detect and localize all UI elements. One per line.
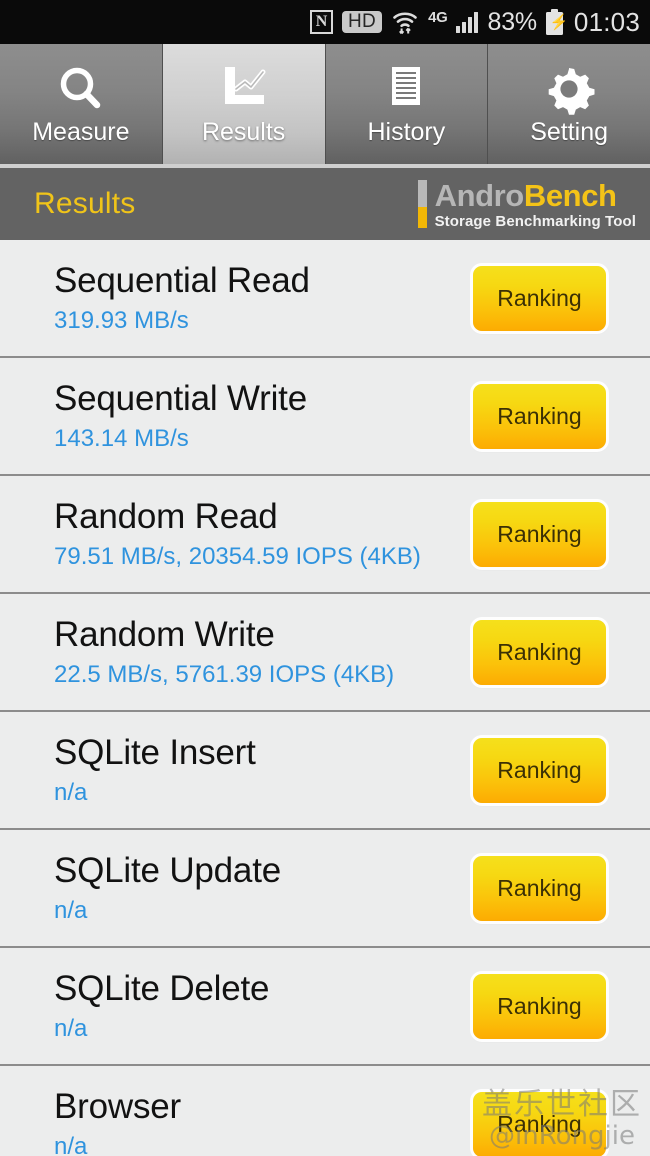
- table-row[interactable]: SQLite Delete n/a Ranking: [0, 948, 650, 1066]
- tab-results[interactable]: Results: [162, 44, 326, 164]
- tab-setting-label: Setting: [530, 117, 609, 146]
- logo-bar-icon: [417, 180, 427, 228]
- tab-history-label: History: [367, 117, 446, 146]
- table-row[interactable]: Browser n/a Ranking: [0, 1066, 650, 1156]
- ranking-button[interactable]: Ranking: [473, 383, 606, 449]
- wifi-icon: [391, 8, 419, 36]
- result-name: SQLite Delete: [54, 968, 270, 1008]
- result-value: 79.51 MB/s, 20354.59 IOPS (4KB): [54, 543, 421, 571]
- ranking-button[interactable]: Ranking: [473, 265, 606, 331]
- result-name: Sequential Read: [54, 260, 310, 300]
- document-lines-icon: [381, 60, 431, 116]
- gear-icon: [542, 60, 596, 116]
- tab-history[interactable]: History: [325, 44, 489, 164]
- battery-percent-label: 83%: [487, 7, 537, 36]
- hd-badge: HD: [342, 10, 383, 34]
- table-row[interactable]: Sequential Write 143.14 MB/s Ranking: [0, 358, 650, 476]
- nfc-icon-glyph: N: [310, 10, 334, 34]
- result-value: 143.14 MB/s: [54, 425, 189, 453]
- main-tab-bar: Measure Results History Setting: [0, 44, 650, 164]
- result-name: Browser: [54, 1086, 181, 1126]
- ranking-button[interactable]: Ranking: [473, 737, 606, 803]
- table-row[interactable]: Random Write 22.5 MB/s, 5761.39 IOPS (4K…: [0, 594, 650, 712]
- page-header: Results AndroBench Storage Benchmarking …: [0, 168, 650, 240]
- table-row[interactable]: Random Read 79.51 MB/s, 20354.59 IOPS (4…: [0, 476, 650, 594]
- results-list[interactable]: Sequential Read 319.93 MB/s Ranking Sequ…: [0, 240, 650, 1156]
- ranking-button[interactable]: Ranking: [473, 973, 606, 1039]
- tab-measure-label: Measure: [32, 117, 130, 146]
- result-value: n/a: [54, 897, 88, 925]
- line-chart-icon: [216, 60, 272, 116]
- result-value: 22.5 MB/s, 5761.39 IOPS (4KB): [54, 661, 395, 689]
- result-value: n/a: [54, 1133, 88, 1156]
- ranking-button[interactable]: Ranking: [473, 1091, 606, 1156]
- tab-results-label: Results: [201, 117, 286, 146]
- status-bar-clock: 01:03: [573, 6, 640, 37]
- result-name: SQLite Update: [54, 850, 281, 890]
- result-name: Random Write: [54, 614, 275, 654]
- magnifier-icon: [54, 60, 108, 116]
- status-bar: N HD 4G 83% ⚡ 01:03: [0, 0, 650, 44]
- tab-measure[interactable]: Measure: [0, 44, 163, 164]
- result-value: 319.93 MB/s: [54, 307, 189, 335]
- signal-bars-icon: [456, 11, 479, 33]
- tab-setting[interactable]: Setting: [488, 44, 650, 164]
- ranking-button[interactable]: Ranking: [473, 501, 606, 567]
- ranking-button[interactable]: Ranking: [473, 855, 606, 921]
- nfc-icon: N: [310, 10, 334, 34]
- result-name: Sequential Write: [54, 378, 307, 418]
- battery-charging-icon: ⚡: [545, 9, 569, 35]
- table-row[interactable]: Sequential Read 319.93 MB/s Ranking: [0, 240, 650, 358]
- logo-word-bench: Bench: [523, 177, 617, 213]
- logo-subtitle: Storage Benchmarking Tool: [434, 212, 636, 230]
- androbench-logo: AndroBench Storage Benchmarking Tool: [417, 177, 636, 230]
- result-value: n/a: [54, 1015, 88, 1043]
- result-value: n/a: [54, 779, 88, 807]
- table-row[interactable]: SQLite Insert n/a Ranking: [0, 712, 650, 830]
- ranking-button[interactable]: Ranking: [473, 619, 606, 685]
- network-type-label: 4G: [428, 8, 448, 26]
- result-name: SQLite Insert: [54, 732, 256, 772]
- page-title: Results: [34, 187, 136, 220]
- table-row[interactable]: SQLite Update n/a Ranking: [0, 830, 650, 948]
- app-screen: N HD 4G 83% ⚡ 01:03 Measure Results Hist…: [0, 0, 650, 1156]
- logo-word-andro: Andro: [434, 177, 525, 213]
- result-name: Random Read: [54, 496, 278, 536]
